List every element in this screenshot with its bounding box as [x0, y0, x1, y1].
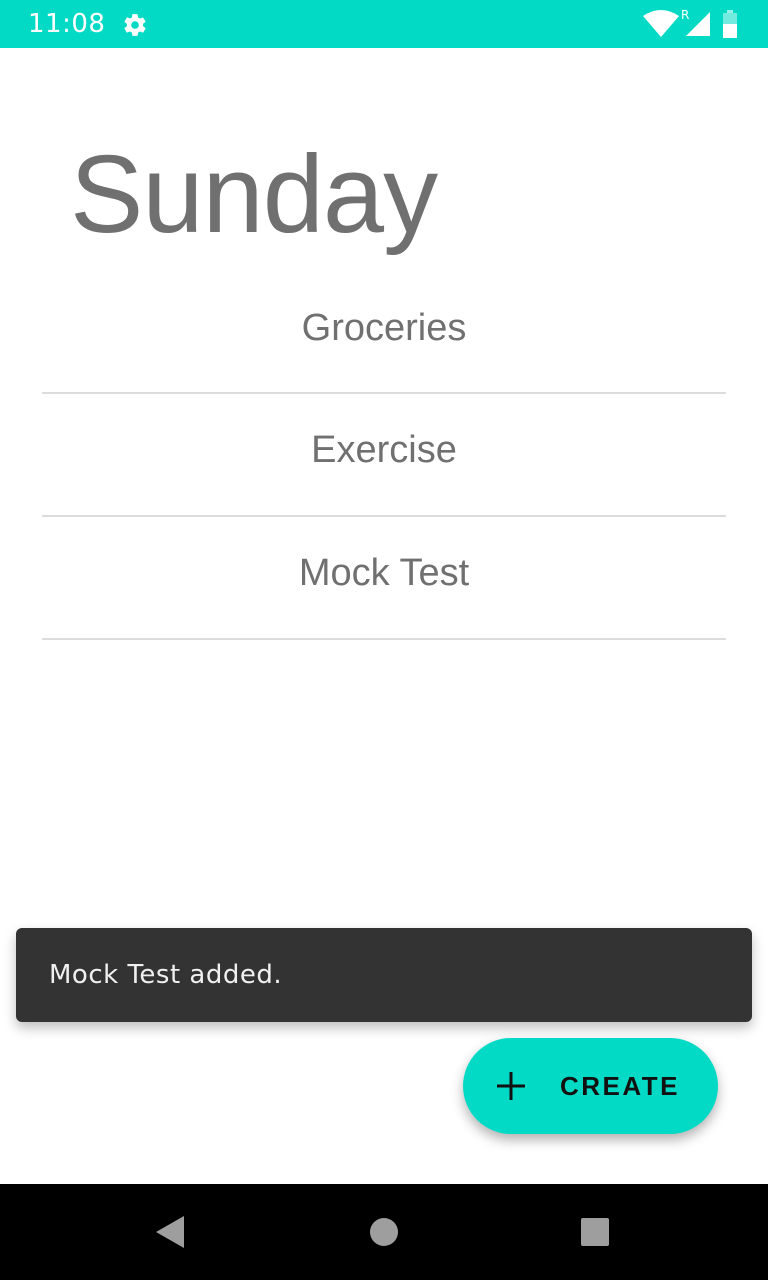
task-item-exercise[interactable]: Exercise — [42, 394, 726, 517]
status-time: 11:08 — [28, 9, 106, 39]
plus-icon — [497, 1072, 525, 1100]
back-icon[interactable] — [154, 1214, 186, 1250]
create-button-label: CREATE — [560, 1071, 680, 1101]
recents-icon[interactable] — [580, 1217, 610, 1247]
create-button[interactable]: CREATE — [463, 1038, 718, 1134]
task-label: Mock Test — [298, 552, 470, 594]
task-list: Groceries Exercise Mock Test — [42, 272, 726, 640]
signal-icon — [686, 12, 710, 36]
home-icon[interactable] — [369, 1217, 399, 1247]
battery-icon — [723, 10, 737, 38]
day-title: Sunday — [70, 133, 438, 256]
snackbar-message: Mock Test added. — [49, 960, 283, 990]
task-item-groceries[interactable]: Groceries — [42, 272, 726, 394]
wifi-icon — [643, 10, 679, 37]
gear-icon — [124, 14, 146, 36]
screen: 11:08 R Sunday Groceries Exercise Mock T… — [0, 0, 768, 1280]
task-label: Exercise — [311, 429, 457, 471]
snackbar: Mock Test added. — [16, 928, 752, 1022]
navigation-bar — [0, 1184, 768, 1280]
status-bar: 11:08 R — [0, 0, 768, 48]
task-item-mock-test[interactable]: Mock Test — [42, 517, 726, 640]
task-label: Groceries — [301, 306, 467, 349]
